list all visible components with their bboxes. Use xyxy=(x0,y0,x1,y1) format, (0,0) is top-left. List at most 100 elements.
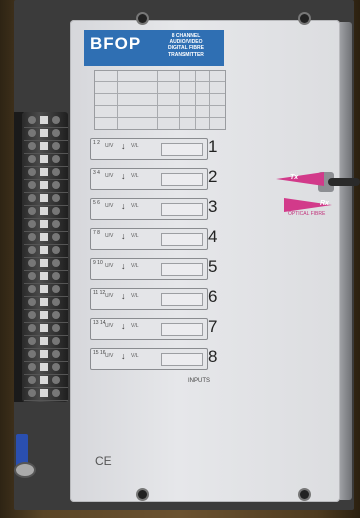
screw-icon xyxy=(300,490,309,499)
screw-icon xyxy=(28,272,36,280)
channel-signal-a: U/V xyxy=(105,353,114,359)
screw-icon xyxy=(28,181,36,189)
arrow-down-icon: ↓ xyxy=(121,171,126,181)
channel-input: 5 6 U/V ↓ V/L xyxy=(90,198,208,220)
terminal-row xyxy=(24,179,68,193)
channel-label-box xyxy=(161,263,203,276)
channel-label-box xyxy=(161,203,203,216)
channel-pins: 13 14 xyxy=(93,320,106,326)
terminal-row xyxy=(24,283,68,297)
arrow-down-icon: ↓ xyxy=(121,351,126,361)
terminal-marker xyxy=(40,142,48,150)
screw-icon xyxy=(52,272,60,280)
screw-icon xyxy=(28,285,36,293)
channel-signal-b: V/L xyxy=(131,143,139,149)
screw-icon xyxy=(52,233,60,241)
terminal-marker xyxy=(40,324,48,332)
ce-mark: CE xyxy=(95,454,112,468)
terminal-row xyxy=(24,127,68,141)
terminal-row xyxy=(24,257,68,271)
arrow-down-icon: ↓ xyxy=(121,231,126,241)
screw-icon xyxy=(52,285,60,293)
screw-icon xyxy=(28,246,36,254)
screw-icon xyxy=(28,324,36,332)
terminal-marker xyxy=(40,285,48,293)
terminal-row xyxy=(24,296,68,310)
channel-number: 6 xyxy=(208,287,218,306)
arrow-down-icon: ↓ xyxy=(121,261,126,271)
channel-pins: 15 16 xyxy=(93,350,106,356)
channel-input: 11 12 U/V ↓ V/L xyxy=(90,288,208,310)
screw-icon xyxy=(28,207,36,215)
screw-icon xyxy=(28,337,36,345)
optical-fibre-label: OPTICAL FIBRE xyxy=(288,211,326,217)
screw-icon xyxy=(52,246,60,254)
screw-icon xyxy=(28,155,36,163)
terminal-marker xyxy=(40,168,48,176)
channel-signal-a: U/V xyxy=(105,203,114,209)
terminal-marker xyxy=(40,389,48,397)
channel-signal-b: V/L xyxy=(131,233,139,239)
screw-icon xyxy=(28,168,36,176)
tx-label: Tx xyxy=(290,174,299,181)
channel-label-box xyxy=(161,353,203,366)
screw-icon xyxy=(28,363,36,371)
channel-pins: 9 10 xyxy=(93,260,103,266)
terminal-marker xyxy=(40,298,48,306)
terminal-marker xyxy=(40,181,48,189)
arrow-down-icon: ↓ xyxy=(121,291,126,301)
terminal-row xyxy=(24,231,68,245)
screw-icon xyxy=(52,207,60,215)
screw-icon xyxy=(52,194,60,202)
channel-signal-a: U/V xyxy=(105,233,114,239)
product-description: 8 CHANNEL AUDIO/VIDEO DIGITAL FIBRE TRAN… xyxy=(148,33,224,58)
terminal-marker xyxy=(40,246,48,254)
enclosure-side xyxy=(340,22,352,500)
screw-icon xyxy=(52,311,60,319)
terminal-marker xyxy=(40,337,48,345)
terminal-marker xyxy=(40,116,48,124)
terminal-row xyxy=(24,114,68,128)
channel-number: 5 xyxy=(208,257,218,276)
screw-icon xyxy=(52,376,60,384)
channel-signal-a: U/V xyxy=(105,143,114,149)
channel-signal-a: U/V xyxy=(105,323,114,329)
screw-icon xyxy=(52,181,60,189)
channel-signal-b: V/L xyxy=(131,203,139,209)
channel-signal-b: V/L xyxy=(131,293,139,299)
screw-icon xyxy=(52,155,60,163)
terminal-marker xyxy=(40,233,48,241)
screw-icon xyxy=(52,350,60,358)
terminal-marker xyxy=(40,155,48,163)
channel-input: 9 10 U/V ↓ V/L xyxy=(90,258,208,280)
channel-label-box xyxy=(161,323,203,336)
screw-icon xyxy=(138,490,147,499)
brand-logo: BFOP xyxy=(90,34,142,53)
fibre-cable xyxy=(328,178,360,186)
terminal-marker xyxy=(40,194,48,202)
arrow-down-icon: ↓ xyxy=(121,141,126,151)
terminal-row xyxy=(24,244,68,258)
channel-input: 13 14 U/V ↓ V/L xyxy=(90,318,208,340)
terminal-row xyxy=(24,309,68,323)
terminal-row xyxy=(24,374,68,388)
terminal-row xyxy=(24,218,68,232)
screw-icon xyxy=(52,324,60,332)
channel-pins: 5 6 xyxy=(93,200,100,206)
terminal-row xyxy=(24,348,68,362)
screw-icon xyxy=(52,337,60,345)
terminal-marker xyxy=(40,220,48,228)
channel-input: 1 2 U/V ↓ V/L xyxy=(90,138,208,160)
screw-icon xyxy=(28,259,36,267)
screw-icon xyxy=(52,116,60,124)
screw-icon xyxy=(52,220,60,228)
screw-icon xyxy=(28,129,36,137)
channel-number: 7 xyxy=(208,317,218,336)
description-line: TRANSMITTER xyxy=(168,51,204,58)
channel-label-box xyxy=(161,233,203,246)
rx-label: Rx xyxy=(320,200,329,207)
channel-pins: 3 4 xyxy=(93,170,100,176)
channel-number: 1 xyxy=(208,137,218,156)
channel-number: 3 xyxy=(208,197,218,216)
screw-icon xyxy=(28,233,36,241)
